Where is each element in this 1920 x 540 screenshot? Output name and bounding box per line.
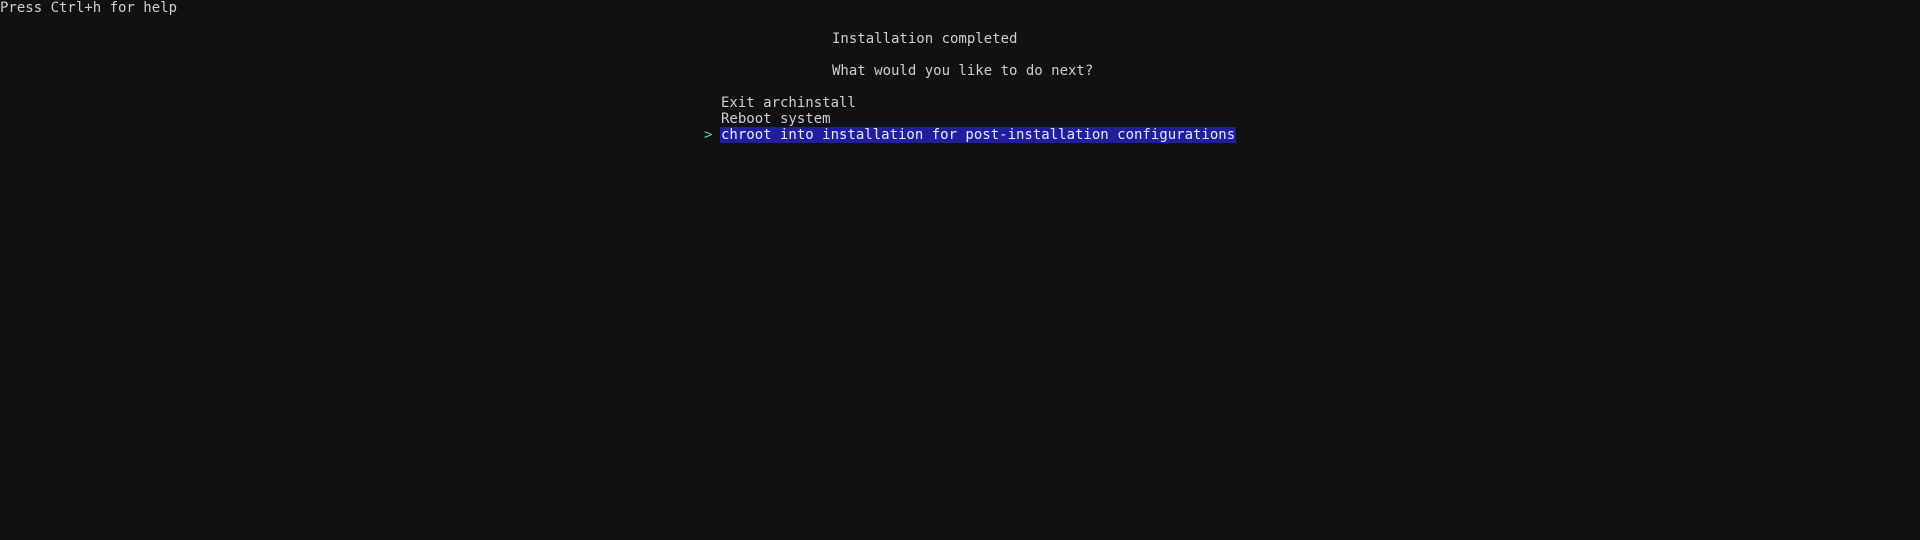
- next-action-menu: Exit archinstall Reboot system > chroot …: [704, 95, 1237, 143]
- menu-item-reboot[interactable]: Reboot system: [704, 111, 831, 127]
- menu-item-exit[interactable]: Exit archinstall: [704, 95, 856, 111]
- dialog-title: Installation completed: [832, 31, 1018, 47]
- help-hint: Press Ctrl+h for help: [0, 0, 178, 16]
- menu-item-label: Exit archinstall: [721, 95, 856, 111]
- menu-item-chroot[interactable]: > chroot into installation for post-inst…: [704, 127, 1237, 143]
- menu-item-label: chroot into installation for post-instal…: [720, 127, 1237, 143]
- terminal-window: Press Ctrl+h for help Installation compl…: [0, 0, 1920, 540]
- dialog-question: What would you like to do next?: [832, 63, 1094, 79]
- menu-cursor-icon: >: [704, 127, 713, 143]
- menu-item-label: Reboot system: [721, 111, 831, 127]
